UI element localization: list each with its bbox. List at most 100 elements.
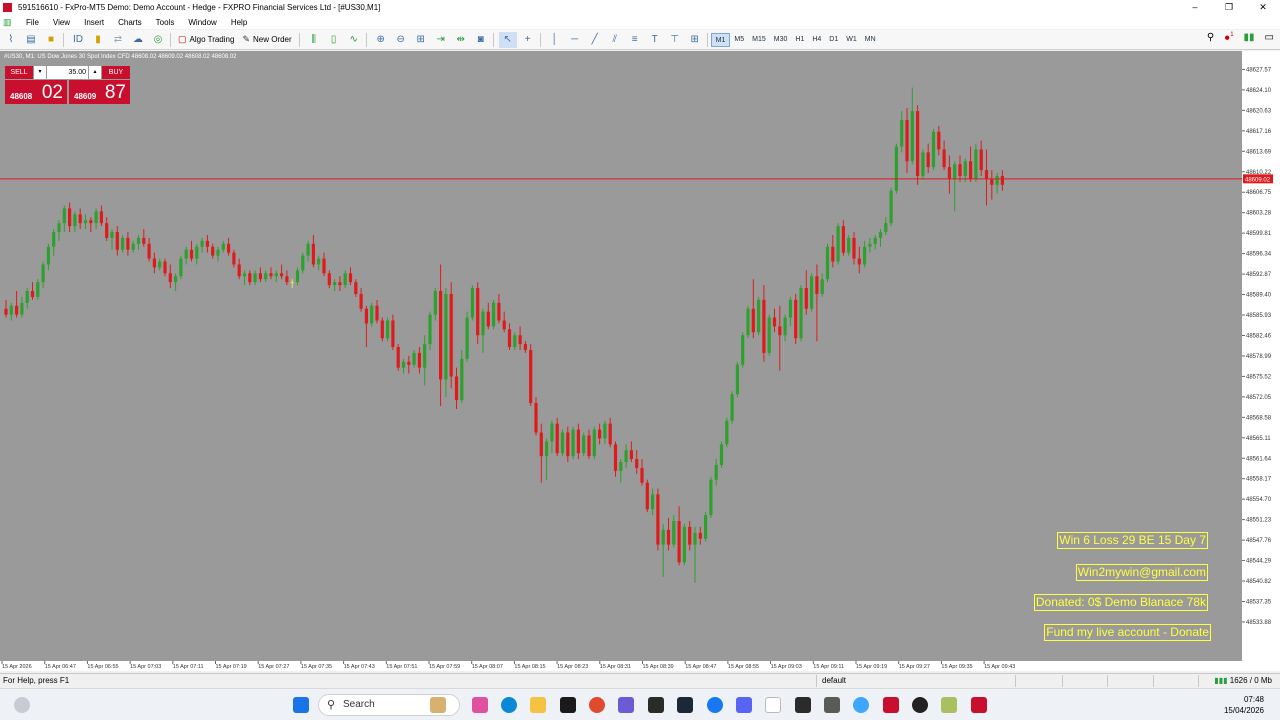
app-icon[interactable] <box>795 697 811 713</box>
timeframe-m1[interactable]: M1 <box>710 32 731 47</box>
copilot-icon[interactable] <box>472 697 488 713</box>
facebook-icon[interactable] <box>707 697 723 713</box>
teams-icon[interactable] <box>618 697 634 713</box>
terminal-icon[interactable] <box>648 697 664 713</box>
screenshot-icon[interactable]: ◙ <box>472 32 490 48</box>
timeframe-w1[interactable]: W1 <box>842 33 861 47</box>
notifications-icon[interactable]: ●1 <box>1224 32 1233 43</box>
search-icon[interactable]: ⚲ <box>1207 32 1214 43</box>
chrome-icon[interactable] <box>589 697 605 713</box>
crosshair-icon[interactable]: + <box>519 32 537 48</box>
bar-chart-icon[interactable]: ⫼ <box>305 32 323 48</box>
fibonacci-icon[interactable]: ≡ <box>626 32 644 48</box>
discord-icon[interactable] <box>736 697 752 713</box>
status-separator <box>1062 675 1063 687</box>
menu-file[interactable]: File <box>19 18 46 27</box>
zoom-in-icon[interactable]: ⊕ <box>372 32 390 48</box>
price-axis-label: 48610.22 <box>1246 170 1272 176</box>
strategy-tester-icon[interactable]: ▮ <box>89 32 107 48</box>
chart-type-icon[interactable]: ⌇ <box>2 32 20 48</box>
app-icon[interactable] <box>941 697 957 713</box>
app-icon[interactable] <box>765 697 781 713</box>
candle-body <box>163 261 167 274</box>
signal-strength-icon[interactable]: ▮▮ <box>1244 32 1255 43</box>
candle-body <box>730 394 734 421</box>
new-order-button[interactable]: ✎ New Order <box>238 32 295 48</box>
sell-button[interactable]: SELL <box>5 66 33 79</box>
volume-decrease-icon[interactable]: ▾ <box>34 66 46 79</box>
volume-input[interactable]: 35.00 <box>47 66 88 79</box>
time-axis-label: 15 Apr 08:31 <box>600 664 631 670</box>
bid-price-button[interactable]: 48608 02 <box>5 80 67 104</box>
file-explorer-icon[interactable] <box>530 697 546 713</box>
app-icon[interactable] <box>853 697 869 713</box>
menu-tools[interactable]: Tools <box>149 18 182 27</box>
timeframe-m30[interactable]: M30 <box>770 33 792 47</box>
line-chart-icon[interactable]: ∿ <box>345 32 363 48</box>
objects-dropdown-icon[interactable]: ⊞ <box>686 32 704 48</box>
timeframe-m15[interactable]: M15 <box>748 33 770 47</box>
vertical-line-icon[interactable]: │ <box>546 32 564 48</box>
candlestick-icon[interactable]: ▯ <box>325 32 343 48</box>
timeframe-mn[interactable]: MN <box>861 33 880 47</box>
candle-body <box>783 317 787 336</box>
close-button[interactable]: ✕ <box>1246 0 1280 15</box>
candle-body <box>189 249 194 259</box>
system-clock[interactable]: 07:48 15/04/2026 <box>1224 694 1264 716</box>
timeframe-h1[interactable]: H1 <box>791 33 808 47</box>
chart-window[interactable]: 48609.02 48627.57 48624.10 48620.63 48617.1… <box>0 51 1280 671</box>
timeframe-d1[interactable]: D1 <box>825 33 842 47</box>
minimize-button[interactable]: – <box>1178 0 1212 15</box>
metaeditor-icon[interactable]: ID <box>69 32 87 48</box>
candle-body <box>142 237 146 244</box>
windows-start-icon[interactable] <box>293 697 309 713</box>
fxpro-icon[interactable] <box>971 697 987 713</box>
candle-body <box>603 423 607 439</box>
status-separator <box>816 675 817 687</box>
obs-icon[interactable] <box>912 697 928 713</box>
layout-icon[interactable]: ▭ <box>1265 32 1274 43</box>
candle-body <box>719 444 724 465</box>
one-click-icon[interactable]: ⇄ <box>109 32 127 48</box>
equidistant-channel-icon[interactable]: ⫽ <box>606 32 624 48</box>
candle-body <box>221 243 225 250</box>
chart-shift-icon[interactable]: ⇹ <box>452 32 470 48</box>
store-icon[interactable] <box>560 697 576 713</box>
price-axis-label: 48578.99 <box>1246 354 1272 360</box>
zoom-out-icon[interactable]: ⊖ <box>392 32 410 48</box>
fund-account-label: Fund my live account - Donate <box>1044 624 1211 641</box>
market-watch-icon[interactable]: ■ <box>42 32 60 48</box>
timeframe-h4[interactable]: H4 <box>808 33 825 47</box>
menu-help[interactable]: Help <box>224 18 254 27</box>
edge-icon[interactable] <box>501 697 517 713</box>
templates-icon[interactable]: ▤ <box>22 32 40 48</box>
auto-scroll-icon[interactable]: ⇥ <box>432 32 450 48</box>
app-icon[interactable] <box>824 697 840 713</box>
shapes-icon[interactable]: ⊤ <box>666 32 684 48</box>
candle-body <box>359 293 363 309</box>
fxpro-icon[interactable] <box>883 697 899 713</box>
timeframe-m5[interactable]: M5 <box>730 33 748 47</box>
candle-body <box>497 302 501 321</box>
maximize-button[interactable]: ❐ <box>1212 0 1246 15</box>
widgets-icon[interactable] <box>14 697 30 713</box>
candle-body <box>179 258 183 277</box>
ask-price-button[interactable]: 48609 87 <box>69 80 130 104</box>
algo-trading-button[interactable]: ▢ Algo Trading <box>174 32 238 48</box>
cloud-icon[interactable]: ☁ <box>129 32 147 48</box>
horizontal-line-icon[interactable]: ─ <box>566 32 584 48</box>
menu-charts[interactable]: Charts <box>111 18 149 27</box>
menu-insert[interactable]: Insert <box>77 18 111 27</box>
tile-windows-icon[interactable]: ⊞ <box>412 32 430 48</box>
volume-increase-icon[interactable]: ▴ <box>89 66 101 79</box>
text-icon[interactable]: T <box>646 32 664 48</box>
steam-icon[interactable] <box>677 697 693 713</box>
menu-view[interactable]: View <box>46 18 77 27</box>
cursor-icon[interactable]: ↖ <box>498 31 517 48</box>
profile-name[interactable]: default <box>822 676 846 685</box>
symbol-header: #US30, M1: US Dow Jones 30 Spot Index CF… <box>4 54 237 60</box>
buy-button[interactable]: BUY <box>102 66 130 79</box>
trend-line-icon[interactable]: ╱ <box>586 32 604 48</box>
menu-window[interactable]: Window <box>181 18 223 27</box>
signals-icon[interactable]: ◎ <box>149 32 167 48</box>
